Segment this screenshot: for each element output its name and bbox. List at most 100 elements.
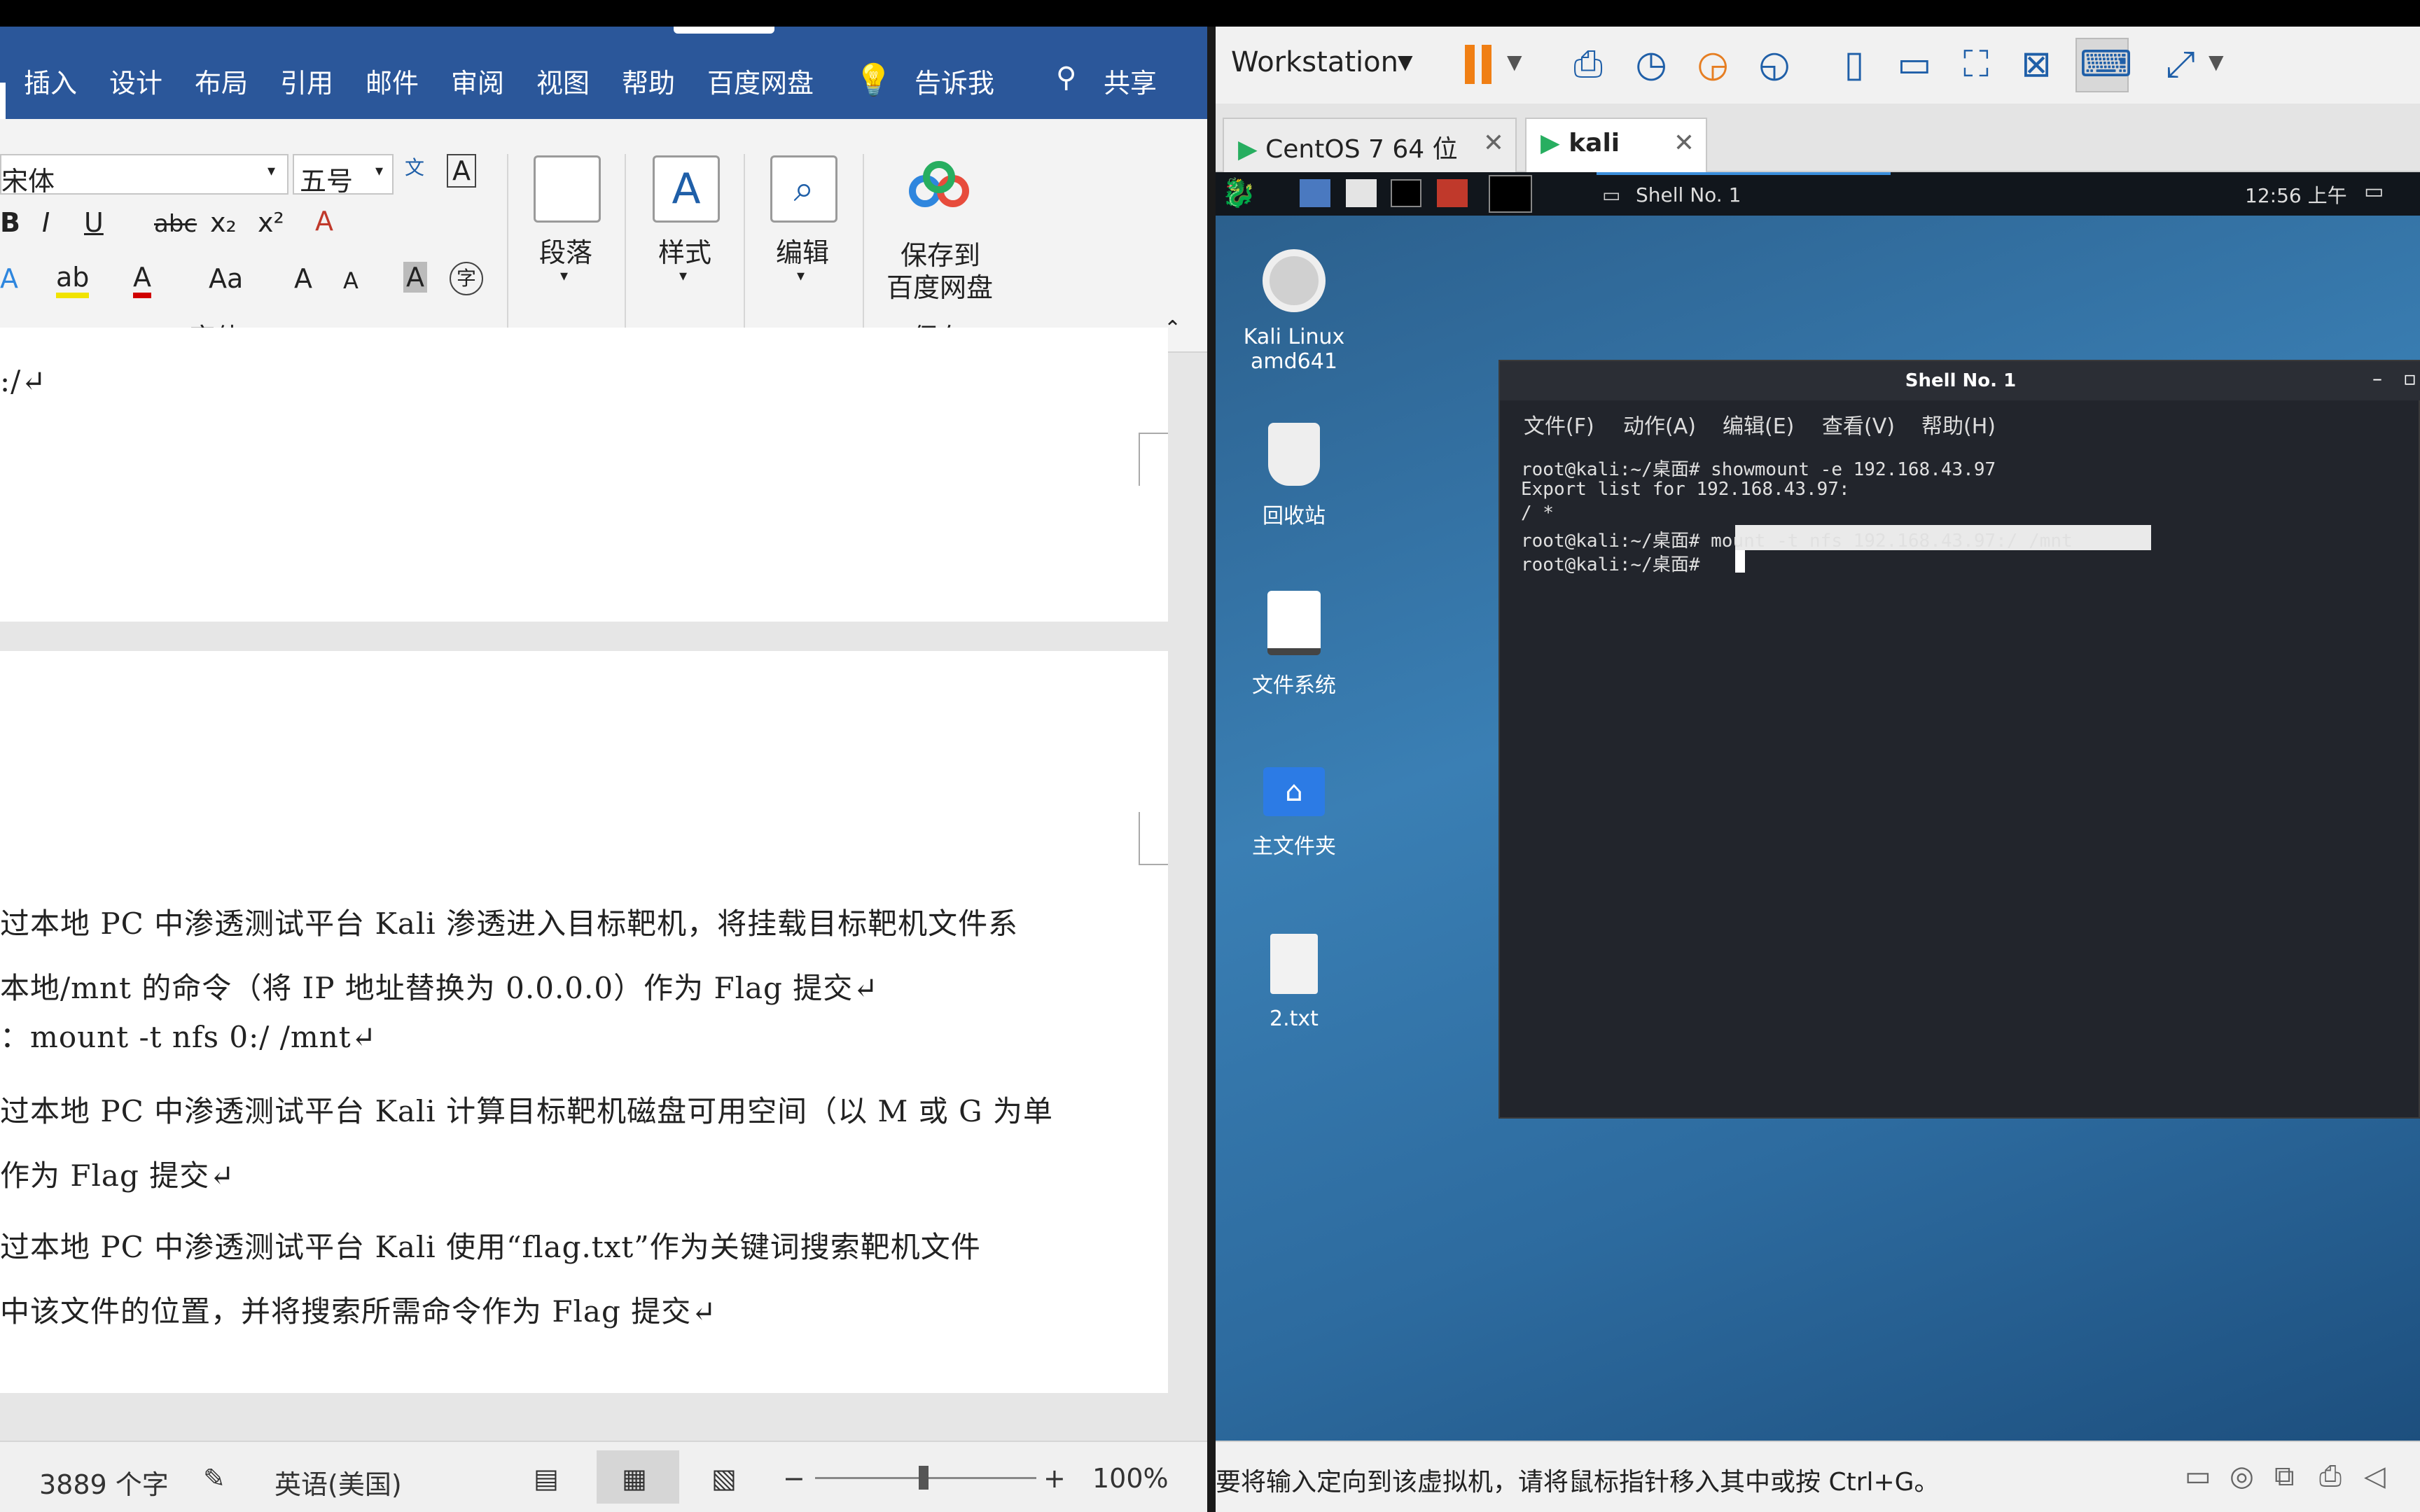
- printer-icon[interactable]: ⎙: [2319, 1460, 2342, 1492]
- tab-help[interactable]: 帮助: [622, 62, 675, 100]
- lightbulb-icon[interactable]: 💡: [854, 62, 893, 98]
- zoom-out-button[interactable]: −: [783, 1463, 805, 1494]
- chevron-down-icon[interactable]: ▼: [1507, 50, 1522, 74]
- chevron-down-icon[interactable]: ▼: [2209, 50, 2224, 74]
- clock[interactable]: 12:56 上午: [2245, 181, 2347, 209]
- underline-icon[interactable]: U: [84, 207, 104, 238]
- tab-mailings[interactable]: 邮件: [366, 62, 419, 100]
- desktop-icon-home[interactable]: ⌂ 主文件夹: [1224, 767, 1364, 860]
- desktop-icon-kali-disc[interactable]: Kali Linux amd641: [1224, 249, 1364, 374]
- console-view-button[interactable]: ⌨: [2075, 38, 2132, 92]
- tab-centos[interactable]: ▶ CentOS 7 64 位 ✕: [1223, 118, 1517, 172]
- close-icon[interactable]: ✕: [1483, 129, 1504, 158]
- pause-icon[interactable]: [1465, 45, 1494, 84]
- tab-view[interactable]: 视图: [536, 62, 590, 100]
- tab-baidu-netdisk[interactable]: 百度网盘: [707, 62, 814, 100]
- chevron-down-icon[interactable]: ▼: [1398, 50, 1413, 74]
- term-menu-help[interactable]: 帮助(H): [1921, 409, 1996, 440]
- cd-icon[interactable]: ◎: [2230, 1460, 2254, 1492]
- phonetic-guide-icon[interactable]: 文: [405, 153, 424, 181]
- char-shading-icon[interactable]: A: [403, 262, 427, 293]
- fullscreen-icon[interactable]: ⛶: [1954, 42, 1998, 87]
- tab-insert[interactable]: 插入: [24, 62, 77, 100]
- tab-design[interactable]: 设计: [109, 62, 162, 100]
- browser-icon[interactable]: [1437, 179, 1468, 207]
- kali-guest-screen[interactable]: 🐉 ▭ Shell No. 1 12:56 上午 ▭ Kali Linux am…: [1216, 172, 2420, 1441]
- chevron-down-icon[interactable]: ▾: [679, 267, 687, 285]
- maximize-icon[interactable]: ▫: [2403, 367, 2416, 390]
- terminal-window[interactable]: Shell No. 1 – ▫ 文件(F) 动作(A) 编辑(E) 查看(V) …: [1498, 360, 2420, 1119]
- highlight-icon[interactable]: ab: [56, 262, 90, 298]
- zoom-in-button[interactable]: +: [1043, 1463, 1066, 1494]
- chevron-down-icon[interactable]: ▾: [797, 267, 805, 285]
- language-indicator[interactable]: 英语(美国): [274, 1463, 402, 1502]
- file-manager-icon[interactable]: [1346, 179, 1377, 207]
- save-to-baidu-button-line2[interactable]: 百度网盘: [886, 266, 993, 304]
- styles-icon[interactable]: A: [653, 155, 720, 223]
- network-icon[interactable]: ⧉: [2274, 1460, 2295, 1492]
- zoom-slider[interactable]: [815, 1466, 1036, 1490]
- term-menu-actions[interactable]: 动作(A): [1623, 409, 1696, 440]
- tell-me-search[interactable]: 告诉我: [915, 62, 994, 100]
- zoom-slider-thumb[interactable]: [919, 1466, 929, 1490]
- revert-snapshot-icon[interactable]: ◶: [1690, 42, 1735, 87]
- unity-icon[interactable]: ⊠: [2014, 42, 2059, 87]
- baidu-cloud-icon[interactable]: [909, 161, 972, 214]
- thumbnail-bar-icon[interactable]: ▭: [1892, 42, 1937, 87]
- chevron-down-icon[interactable]: ▾: [267, 162, 275, 180]
- edit-button[interactable]: 编辑: [776, 231, 829, 270]
- subscript-icon[interactable]: x₂: [210, 207, 237, 238]
- text-effects-icon[interactable]: A: [0, 263, 18, 294]
- tab-layout[interactable]: 布局: [195, 62, 248, 100]
- chevron-down-icon[interactable]: ▾: [560, 267, 568, 285]
- zoom-level[interactable]: 100%: [1092, 1463, 1169, 1494]
- notification-icon[interactable]: ▭: [2364, 179, 2384, 204]
- terminal-title[interactable]: Shell No. 1: [1500, 361, 2420, 400]
- terminal-icon[interactable]: [1391, 179, 1421, 207]
- tab-references[interactable]: 引用: [280, 62, 333, 100]
- print-layout-button[interactable]: ▦: [597, 1450, 679, 1504]
- font-name-select[interactable]: 宋体 ▾: [0, 154, 288, 197]
- term-menu-view[interactable]: 查看(V): [1822, 409, 1895, 440]
- send-ctrl-alt-del-icon[interactable]: ⎙: [1566, 42, 1611, 87]
- workspace-icon[interactable]: [1489, 175, 1532, 213]
- paragraph-icon[interactable]: [534, 155, 601, 223]
- kali-menu-icon[interactable]: 🐉: [1221, 176, 1256, 209]
- snapshot-manager-icon[interactable]: ◵: [1752, 42, 1797, 87]
- read-mode-icon[interactable]: ▤: [534, 1463, 559, 1494]
- desktop-icon-txt[interactable]: 2.txt: [1224, 934, 1364, 1031]
- hdd-icon[interactable]: ▭: [2185, 1460, 2211, 1492]
- window-grab-handle[interactable]: [674, 27, 774, 34]
- sound-icon[interactable]: ◁: [2364, 1460, 2386, 1492]
- task-shell[interactable]: ▭ Shell No. 1: [1597, 172, 1891, 216]
- shrink-font-icon[interactable]: A: [343, 267, 359, 294]
- word-count[interactable]: 3889 个字: [39, 1463, 169, 1502]
- minimize-icon[interactable]: –: [2372, 367, 2382, 390]
- term-menu-file[interactable]: 文件(F): [1524, 409, 1594, 440]
- paragraph-button[interactable]: 段落: [539, 231, 592, 270]
- change-case-icon[interactable]: Aa: [209, 263, 243, 294]
- font-color-icon[interactable]: A: [133, 262, 151, 298]
- document-page-2[interactable]: 过本地 PC 中渗透测试平台 Kali 渗透进入目标靶机，将挂载目标靶机文件系 …: [0, 651, 1168, 1393]
- desktop-icon-filesystem[interactable]: 文件系统: [1224, 591, 1364, 699]
- close-icon[interactable]: ✕: [1674, 129, 1695, 158]
- snapshot-icon[interactable]: ◷: [1629, 42, 1674, 87]
- enclose-char-icon[interactable]: 字: [450, 262, 483, 295]
- sidebar-toggle-icon[interactable]: ▯: [1832, 42, 1877, 87]
- desktop-icon-trash[interactable]: 回收站: [1224, 423, 1364, 529]
- styles-button[interactable]: 样式: [658, 231, 711, 270]
- superscript-icon[interactable]: x²: [258, 207, 284, 238]
- share-button[interactable]: 共享: [1104, 62, 1157, 100]
- char-border-icon[interactable]: A: [447, 154, 476, 188]
- tab-kali[interactable]: ▶ kali ✕: [1525, 118, 1707, 172]
- bold-icon[interactable]: B: [0, 207, 20, 238]
- strikethrough-icon[interactable]: abc: [154, 210, 197, 238]
- font-size-select[interactable]: 五号 ▾: [293, 154, 394, 197]
- show-desktop-icon[interactable]: [1300, 179, 1330, 207]
- search-icon[interactable]: ⌕: [770, 155, 837, 223]
- web-layout-icon[interactable]: ▧: [711, 1463, 737, 1494]
- stretch-icon[interactable]: ⤢: [2158, 42, 2203, 87]
- italic-icon[interactable]: I: [42, 207, 50, 238]
- clear-formatting-icon[interactable]: A: [315, 206, 333, 237]
- term-menu-edit[interactable]: 编辑(E): [1723, 409, 1794, 440]
